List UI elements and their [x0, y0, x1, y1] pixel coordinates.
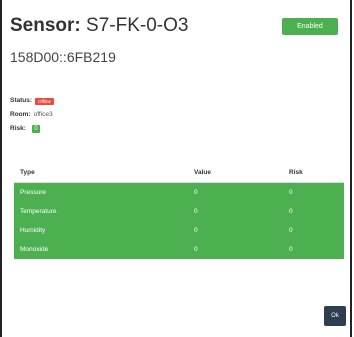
- room-label: Room:: [10, 111, 31, 118]
- risk-badge: 0: [31, 125, 40, 133]
- risk-label: Risk:: [10, 125, 26, 132]
- risk-row: Risk: 0: [10, 124, 54, 134]
- table-row[interactable]: Temperature 0 0: [14, 202, 344, 221]
- row-type: Humidity: [20, 227, 46, 234]
- table-row[interactable]: Monoxide 0 0: [14, 240, 344, 259]
- readings-table: Type Value Risk Pressure 0 0 Temperature…: [14, 162, 344, 259]
- status-badge: Offline: [35, 97, 54, 105]
- row-risk: 0: [289, 227, 293, 234]
- row-risk: 0: [289, 189, 293, 196]
- row-risk: 0: [289, 208, 293, 215]
- row-type: Temperature: [20, 208, 57, 215]
- table-row[interactable]: Pressure 0 0: [14, 183, 344, 202]
- row-type: Pressure: [20, 189, 47, 196]
- column-header-value: Value: [194, 168, 211, 176]
- room-row: Room: office3: [10, 110, 54, 120]
- row-value: 0: [194, 246, 198, 253]
- table-row[interactable]: Humidity 0 0: [14, 221, 344, 240]
- room-value: office3: [33, 111, 53, 118]
- row-value: 0: [194, 227, 198, 234]
- sensor-address: 158D00::6FB219: [10, 49, 116, 65]
- row-value: 0: [194, 189, 198, 196]
- page-title: Sensor: S7-FK-0-O3: [10, 14, 188, 38]
- status-row: Status: Offline: [10, 96, 54, 106]
- column-header-risk: Risk: [289, 168, 303, 176]
- sensor-dialog: Sensor: S7-FK-0-O3 Enabled 158D00::6FB21…: [0, 0, 352, 337]
- enabled-badge[interactable]: Enabled: [282, 18, 338, 35]
- sensor-name: S7-FK-0-O3: [86, 15, 189, 36]
- row-type: Monoxide: [20, 246, 49, 253]
- row-risk: 0: [289, 246, 293, 253]
- row-value: 0: [194, 208, 198, 215]
- table-header: Type Value Risk: [14, 162, 344, 183]
- sensor-info: Status: Offline Room: office3 Risk: 0: [10, 96, 54, 134]
- column-header-type: Type: [20, 168, 35, 176]
- status-label: Status:: [10, 97, 33, 104]
- dialog-header: Sensor: S7-FK-0-O3 Enabled: [10, 14, 342, 42]
- ok-button[interactable]: Ok: [324, 306, 346, 326]
- title-label: Sensor:: [10, 15, 81, 36]
